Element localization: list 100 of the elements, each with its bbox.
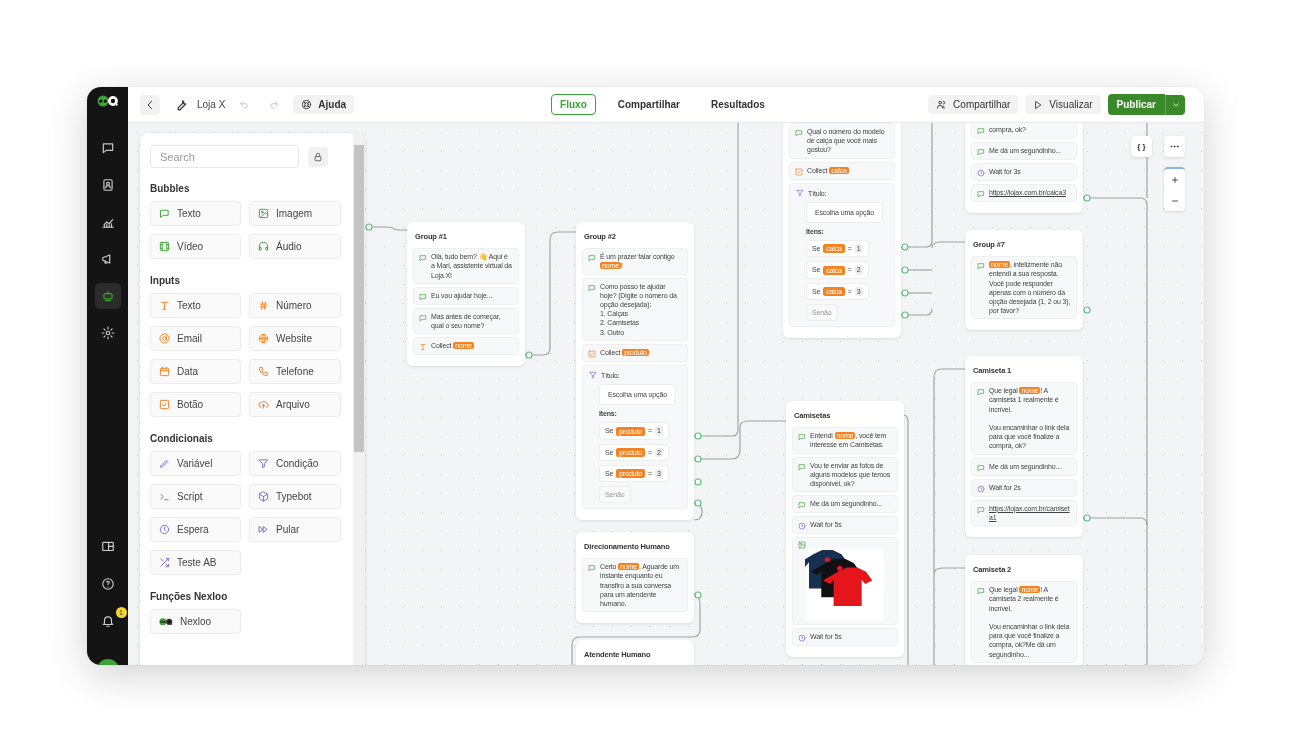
clock-icon: [977, 484, 985, 493]
block-item[interactable]: Número: [249, 293, 341, 318]
connection-port[interactable]: [525, 351, 533, 359]
checkbox-icon: [588, 349, 596, 358]
connection-port[interactable]: [694, 478, 702, 486]
connection-port[interactable]: [901, 266, 909, 274]
lock-icon: [313, 151, 323, 162]
block-item[interactable]: Typebot: [249, 484, 341, 509]
checkbox-icon: [795, 167, 803, 176]
connection-port[interactable]: [694, 432, 702, 440]
tab[interactable]: Compartilhar: [608, 94, 689, 115]
section-title: Inputs: [150, 275, 181, 286]
scrollbar-thumb[interactable]: [354, 145, 364, 452]
clock-icon: [159, 524, 170, 535]
block-item[interactable]: Texto: [150, 201, 241, 226]
connection-port[interactable]: [1083, 306, 1091, 314]
hash-icon: [258, 300, 269, 311]
block-item[interactable]: Condição: [249, 451, 341, 476]
block-item[interactable]: Pular: [249, 517, 341, 542]
chat-bubble-icon: [419, 292, 427, 301]
block-item[interactable]: Telefone: [249, 359, 341, 384]
section-title: Condicionais: [150, 433, 214, 444]
clock-icon: [798, 634, 806, 643]
block-item[interactable]: Website: [249, 326, 341, 351]
preview-button[interactable]: Visualizar: [1025, 95, 1101, 114]
connection-port[interactable]: [694, 455, 702, 463]
publish-button[interactable]: Publicar: [1107, 94, 1165, 115]
lifebuoy-icon: [301, 99, 313, 110]
share-button[interactable]: Compartilhar: [928, 95, 1019, 114]
lock-button[interactable]: [308, 146, 328, 167]
text-icon: [159, 300, 170, 311]
publish-menu-button[interactable]: [1165, 94, 1185, 115]
globe-icon: [258, 333, 269, 344]
rail-item[interactable]: [94, 283, 121, 309]
connection-port[interactable]: [901, 289, 909, 297]
block-item[interactable]: Variável: [150, 451, 241, 476]
headphones-icon: [258, 241, 269, 252]
filter-icon: [258, 458, 269, 469]
chat-bubble-icon: [977, 505, 985, 514]
connection-port[interactable]: [901, 243, 909, 251]
block-item[interactable]: Arquivo: [249, 392, 341, 417]
logo-icon: [96, 94, 119, 107]
chat-bubble-icon: [795, 129, 803, 137]
block-item[interactable]: Áudio: [249, 234, 341, 259]
chat-bubble-icon: [419, 313, 427, 322]
flow-group[interactable]: [576, 222, 694, 521]
image-block[interactable]: [792, 537, 898, 626]
chat-bubble-icon: [977, 190, 985, 198]
chat-bubble-icon: [977, 127, 985, 135]
nexloo-logo-icon: [159, 617, 173, 626]
bot-name[interactable]: Loja X: [197, 99, 226, 110]
scrollbar[interactable]: [353, 133, 365, 665]
connection-port[interactable]: [1083, 194, 1091, 202]
chat-bubble-icon: [588, 564, 596, 573]
help-button[interactable]: Ajuda: [293, 95, 355, 114]
connection-port[interactable]: [694, 499, 702, 507]
at-sign-icon: [159, 333, 170, 344]
connection-port[interactable]: [694, 591, 702, 599]
help-icon: [100, 577, 115, 591]
chat-bubble-icon: [977, 463, 985, 472]
fast-forward-icon: [258, 524, 269, 535]
block-item[interactable]: Espera: [150, 517, 241, 542]
chat-bubble-icon: [588, 283, 596, 292]
filter-icon: [589, 371, 597, 380]
variables-button[interactable]: { }: [1131, 136, 1152, 157]
image-icon: [258, 208, 269, 219]
chat-bubble-icon: [977, 148, 985, 156]
chat-bubble-icon: [977, 587, 985, 596]
block-item[interactable]: Data: [150, 359, 241, 384]
block-item[interactable]: Vídeo: [150, 234, 241, 259]
block-item[interactable]: Teste AB: [150, 550, 241, 575]
chat-bubble-icon: [798, 462, 806, 471]
terminal-icon: [159, 491, 170, 502]
back-button[interactable]: [140, 94, 160, 115]
block-item[interactable]: Imagem: [249, 201, 341, 226]
wrench-icon: [174, 97, 189, 112]
block-item[interactable]: Script: [150, 484, 241, 509]
chat-bubble-icon: [100, 141, 115, 155]
cloud-upload-icon: [258, 399, 269, 410]
chat-bubble-icon: [588, 254, 596, 263]
settings-icon: [100, 326, 115, 340]
block-item[interactable]: Texto: [150, 293, 241, 318]
tab[interactable]: Resultados: [702, 94, 774, 115]
play-icon: [1033, 99, 1044, 110]
connection-port[interactable]: [1083, 514, 1091, 522]
layout-icon: [100, 540, 115, 554]
text-icon: [419, 343, 427, 352]
section-title: Bubbles: [150, 183, 191, 194]
block-item[interactable]: Botão: [150, 392, 241, 417]
calendar-icon: [159, 366, 170, 377]
image-icon: [798, 541, 806, 550]
connection-port[interactable]: [365, 223, 373, 231]
shuffle-icon: [159, 557, 170, 568]
chat-bubble-icon: [798, 501, 806, 510]
connection-port[interactable]: [901, 311, 909, 319]
more-button[interactable]: [1164, 136, 1185, 157]
chat-bubble-icon: [419, 254, 427, 263]
block-item[interactable]: Nexloo: [150, 609, 241, 634]
search-field[interactable]: Search: [150, 145, 299, 168]
block-item[interactable]: Email: [150, 326, 241, 351]
